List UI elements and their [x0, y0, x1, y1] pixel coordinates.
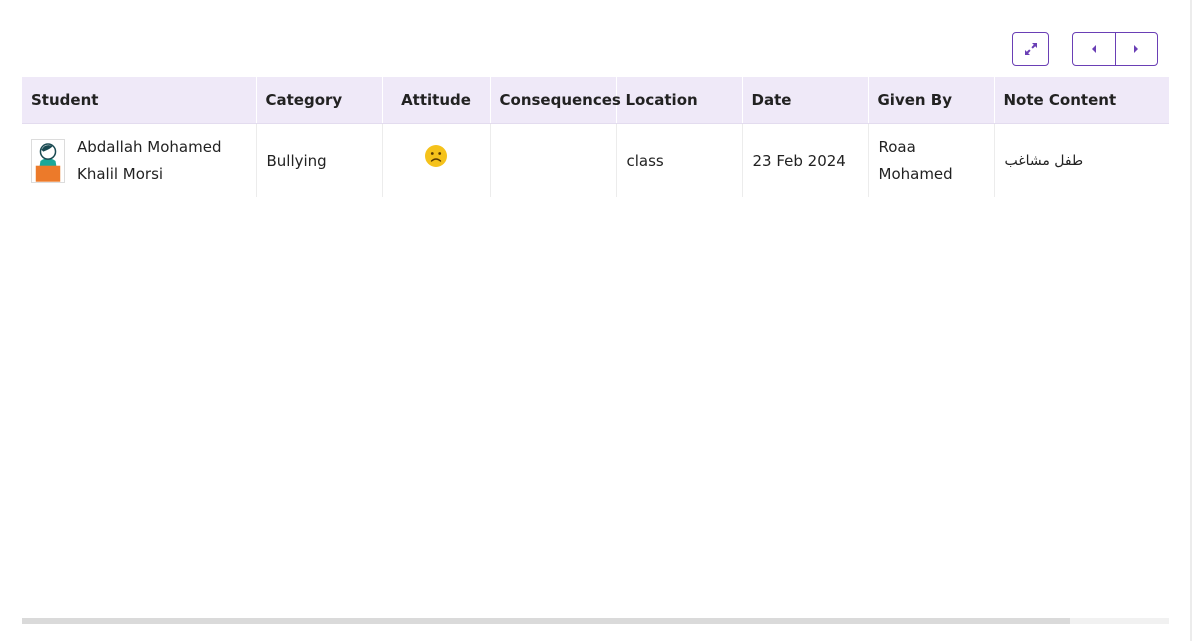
- expand-arrows-icon: [1024, 43, 1037, 55]
- attitude-cell: [382, 123, 491, 197]
- student-name[interactable]: Abdallah Mohamed Khalil Morsi: [77, 134, 246, 188]
- location-cell: class: [616, 123, 743, 197]
- header-attitude[interactable]: Attitude: [382, 77, 491, 124]
- previous-button[interactable]: [1073, 33, 1115, 65]
- next-button[interactable]: [1114, 33, 1158, 65]
- header-category[interactable]: Category: [256, 77, 383, 124]
- table-header-row: Student Category Attitude Consequences L…: [22, 77, 1169, 124]
- horizontal-scrollbar[interactable]: [22, 618, 1169, 624]
- date-cell: 23 Feb 2024: [742, 123, 869, 197]
- expand-button[interactable]: [1012, 32, 1049, 66]
- notes-table: Student Category Attitude Consequences L…: [22, 77, 1169, 197]
- consequences-cell: [490, 123, 617, 197]
- page: Student Category Attitude Consequences L…: [0, 0, 1192, 641]
- header-location[interactable]: Location: [616, 77, 743, 124]
- header-date[interactable]: Date: [742, 77, 869, 124]
- table-toolbar: [0, 32, 1160, 66]
- table-row[interactable]: Abdallah Mohamed Khalil Morsi Bullying c…: [22, 123, 1169, 197]
- student-avatar-icon: [31, 138, 65, 183]
- sad-face-icon: [425, 144, 447, 167]
- note-content-cell: طفل مشاغب: [1004, 152, 1084, 169]
- scrollbar-thumb[interactable]: [22, 618, 1070, 624]
- pagination-buttons: [1072, 32, 1158, 66]
- header-given-by[interactable]: Given By: [868, 77, 995, 124]
- student-cell: Abdallah Mohamed Khalil Morsi: [22, 123, 257, 197]
- category-cell: Bullying: [256, 123, 383, 197]
- header-consequences[interactable]: Consequences: [490, 77, 621, 124]
- header-note-content[interactable]: Note Content: [994, 77, 1169, 124]
- header-student[interactable]: Student: [22, 77, 257, 124]
- caret-right-icon: [1134, 45, 1139, 53]
- caret-left-icon: [1091, 45, 1096, 53]
- given-by-cell: Roaa Mohamed: [868, 123, 995, 197]
